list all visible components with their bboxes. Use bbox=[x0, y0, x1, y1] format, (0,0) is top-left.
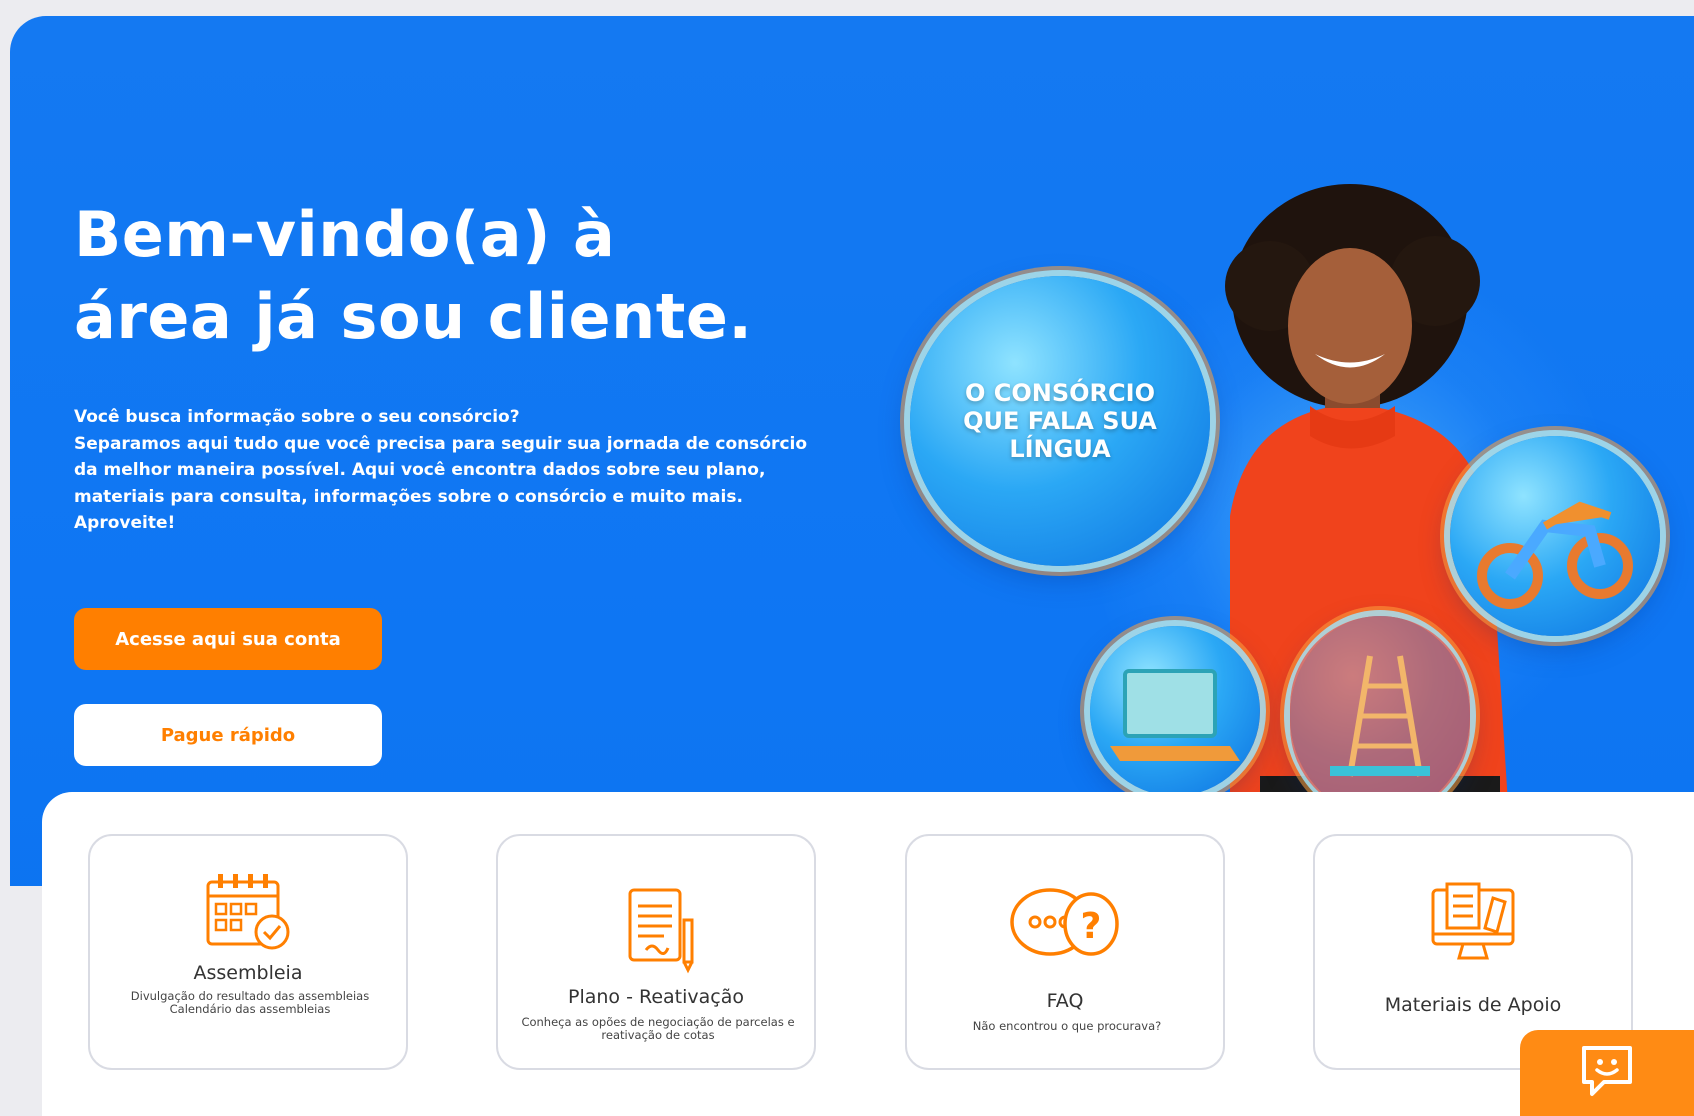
chat-button[interactable] bbox=[1520, 1030, 1694, 1116]
ladder-bubble bbox=[1290, 616, 1470, 816]
card-plano-desc: Conheça as opões de negociação de parcel… bbox=[521, 1015, 795, 1042]
slogan-bubble: O CONSÓRCIO QUE FALA SUA LÍNGUA bbox=[910, 276, 1210, 566]
laptop-icon bbox=[1110, 669, 1240, 761]
motorcycle-bubble bbox=[1450, 436, 1660, 636]
calendar-icon bbox=[206, 874, 290, 950]
ladder-icon bbox=[1290, 616, 1470, 816]
document-pen-icon bbox=[628, 888, 694, 974]
card-materiais-title: Materiais de Apoio bbox=[1384, 994, 1562, 1016]
card-assembleia-desc: Divulgação do resultado das assembleias … bbox=[130, 989, 370, 1016]
card-plano-title: Plano - Reativação bbox=[568, 986, 744, 1008]
card-assembleia-title: Assembleia bbox=[193, 962, 303, 984]
intro-text: Você busca informação sobre o seu consór… bbox=[74, 404, 834, 537]
chat-smile-icon bbox=[1582, 1046, 1632, 1096]
svg-text:?: ? bbox=[1081, 906, 1102, 947]
intro-closing: Aproveite! bbox=[74, 513, 176, 533]
card-plano-reativacao[interactable]: Plano - Reativação Conheça as opões de n… bbox=[496, 834, 816, 1070]
motorcycle-icon bbox=[1477, 501, 1633, 609]
slogan-text: O CONSÓRCIO QUE FALA SUA LÍNGUA bbox=[963, 379, 1157, 463]
chat-question-icon: ? bbox=[1010, 888, 1119, 956]
page-title: Bem-vindo(a) à área já sou cliente. bbox=[74, 194, 834, 358]
title-line-2: área já sou cliente. bbox=[74, 280, 753, 353]
intro-body: Separamos aqui tudo que você precisa par… bbox=[74, 433, 808, 507]
card-faq-title: FAQ bbox=[1046, 990, 1084, 1012]
access-account-button[interactable]: Acesse aqui sua conta bbox=[74, 608, 382, 670]
hero-illustration: O CONSÓRCIO QUE FALA SUA LÍNGUA bbox=[910, 176, 1694, 836]
quick-pay-button[interactable]: Pague rápido bbox=[74, 704, 382, 766]
title-line-1: Bem-vindo(a) à bbox=[74, 198, 616, 271]
card-faq[interactable]: ? FAQ Não encontrou o que procurava? bbox=[905, 834, 1225, 1070]
laptop-bubble bbox=[1090, 626, 1260, 796]
card-assembleia[interactable]: Assembleia Divulgação do resultado das a… bbox=[88, 834, 408, 1070]
computer-icon bbox=[1431, 882, 1515, 960]
intro-question: Você busca informação sobre o seu consór… bbox=[74, 407, 520, 427]
card-faq-desc: Não encontrou o que procurava? bbox=[972, 1019, 1162, 1033]
